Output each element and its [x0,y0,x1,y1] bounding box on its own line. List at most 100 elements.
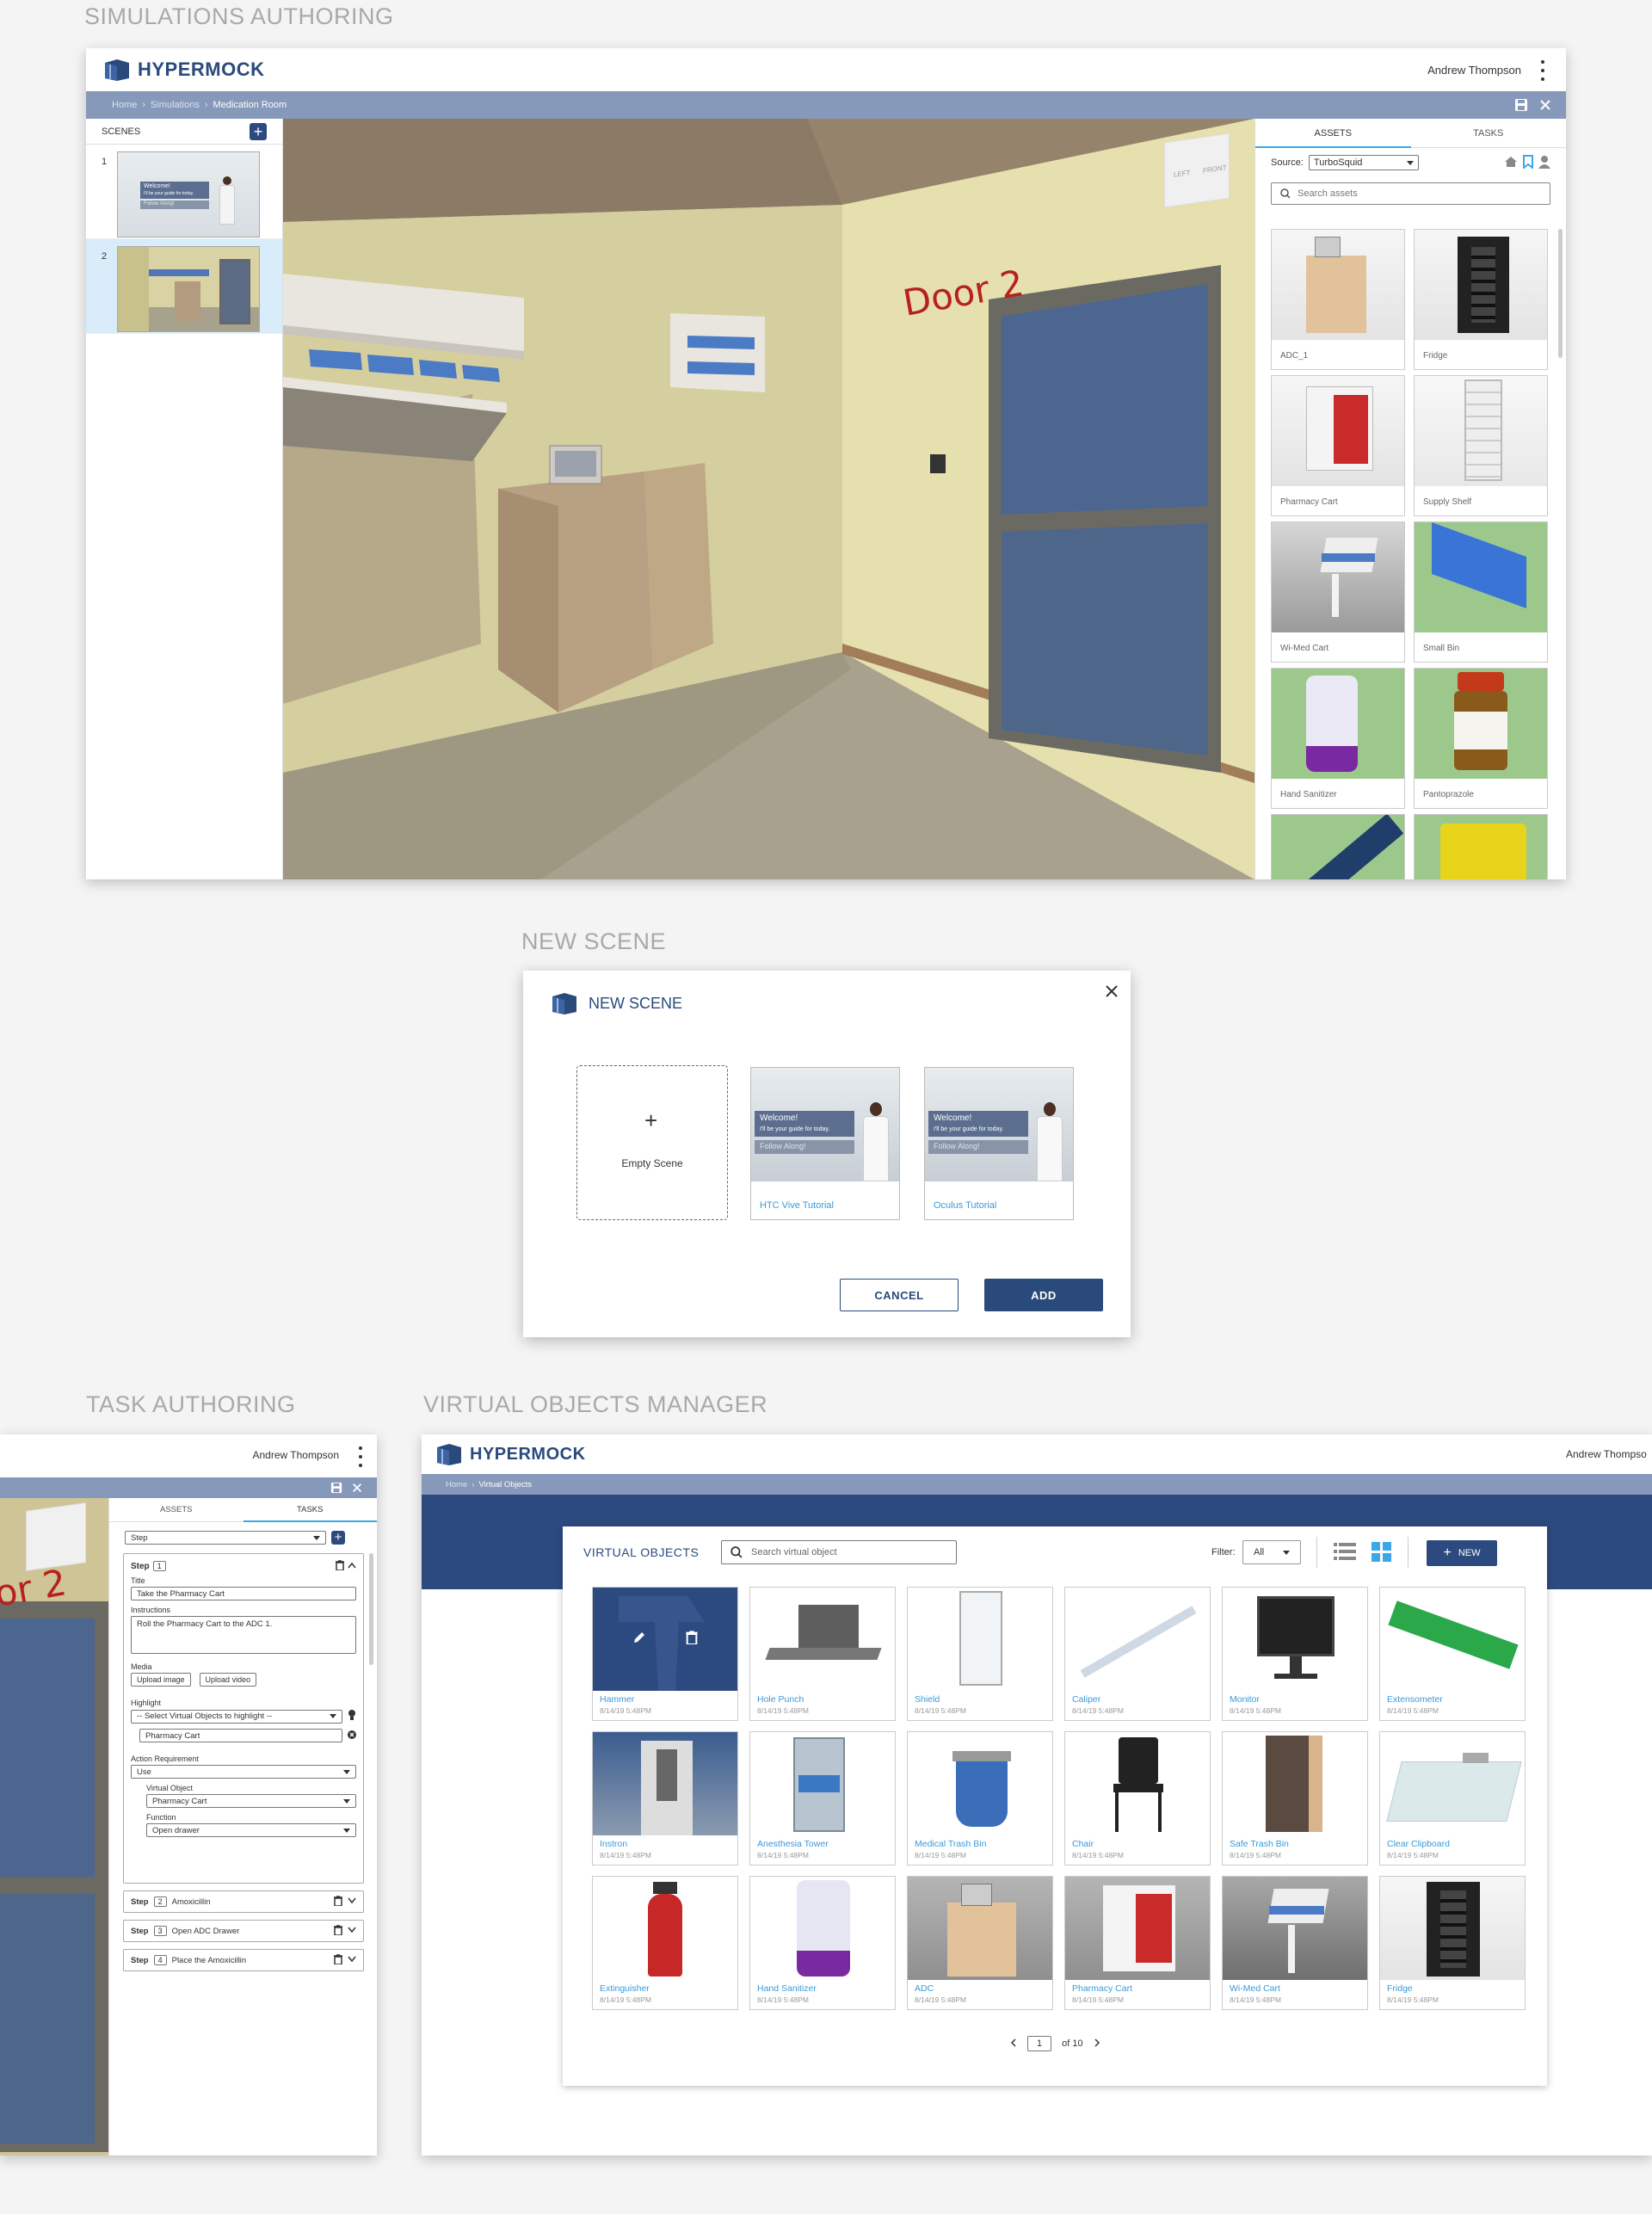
object-card[interactable]: Medical Trash Bin 8/14/19 5:48PM [907,1731,1053,1866]
user-name[interactable]: Andrew Thompson [1427,64,1521,77]
upload-image-button[interactable]: Upload image [131,1673,191,1687]
object-card[interactable]: Chair 8/14/19 5:48PM [1064,1731,1211,1866]
tab-assets[interactable]: ASSETS [1255,119,1411,148]
trash-icon[interactable] [334,1924,342,1938]
search-field[interactable]: Search virtual object [721,1540,957,1564]
asset-card[interactable]: Supply Shelf [1414,375,1548,516]
chevron-down-icon[interactable] [348,1927,356,1936]
filter-select[interactable]: All [1242,1540,1301,1564]
view-cube[interactable]: LEFT FRONT [1164,133,1230,208]
close-icon[interactable] [1105,984,1119,1002]
list-view-icon[interactable] [1334,1542,1356,1565]
object-card[interactable]: ADC 8/14/19 5:48PM [907,1876,1053,2010]
asset-card[interactable]: Pharmacy Cart [1271,375,1405,516]
asset-card[interactable]: Wi-Med Cart [1271,521,1405,663]
object-card[interactable]: Pharmacy Cart 8/14/19 5:48PM [1064,1876,1211,2010]
edit-icon[interactable] [632,1631,646,1649]
object-card[interactable]: Anesthesia Tower 8/14/19 5:48PM [749,1731,896,1866]
source-select[interactable]: TurboSquid [1308,155,1419,170]
scrollbar[interactable] [369,1553,373,1665]
asset-card[interactable] [1271,814,1405,879]
object-card[interactable]: Shield 8/14/19 5:48PM [907,1587,1053,1721]
breadcrumb-home[interactable]: Home [446,1480,467,1489]
breadcrumb-simulations[interactable]: Simulations [151,100,200,110]
object-card[interactable]: Safe Trash Bin 8/14/19 5:48PM [1222,1731,1368,1866]
app-logo[interactable]: HYPERMOCK [434,1442,586,1466]
trash-icon[interactable] [334,1953,342,1967]
asset-card[interactable] [1414,814,1548,879]
close-icon[interactable] [1538,98,1552,112]
title-field[interactable]: Take the Pharmacy Cart [131,1587,356,1600]
save-icon[interactable] [330,1482,342,1498]
step-card-3[interactable]: Step 3 Open ADC Drawer [123,1920,364,1942]
view-cube-left[interactable]: LEFT [1174,169,1191,179]
virtual-object-select[interactable]: Pharmacy Cart [146,1794,356,1808]
save-icon[interactable] [1514,98,1528,112]
grid-view-icon[interactable] [1372,1542,1392,1567]
object-card[interactable]: Wi-Med Cart 8/14/19 5:48PM [1222,1876,1368,2010]
user-name[interactable]: Andrew Thompson [253,1449,340,1461]
action-select[interactable]: Use [131,1765,356,1779]
trash-icon[interactable] [334,1895,342,1909]
chevron-up-icon[interactable] [348,1562,356,1571]
chevron-down-icon[interactable] [348,1956,356,1965]
object-card[interactable]: Extensometer 8/14/19 5:48PM [1379,1587,1526,1721]
asset-card[interactable]: ADC_1 [1271,229,1405,370]
highlight-select[interactable]: -- Select Virtual Objects to highlight -… [131,1709,342,1724]
more-menu-icon[interactable] [1540,60,1545,81]
page-input[interactable]: 1 [1027,2036,1052,2051]
scene-item-2[interactable]: 2 [86,239,282,334]
object-card[interactable]: Instron 8/14/19 5:48PM [592,1731,738,1866]
asset-card[interactable]: Small Bin [1414,521,1548,663]
object-card[interactable]: Clear Clipboard 8/14/19 5:48PM [1379,1731,1526,1866]
lightbulb-icon[interactable] [348,1709,356,1724]
template-oculus[interactable]: Welcome! I'll be your guide for today. F… [924,1067,1074,1220]
search-assets-field[interactable]: Search assets [1271,182,1550,205]
scene-item-1[interactable]: 1 Welcome! I'll be your guide for today.… [86,145,282,239]
remove-icon[interactable] [348,1730,356,1742]
bookmark-icon[interactable] [1523,154,1533,171]
scrollbar[interactable] [1558,229,1563,358]
trash-icon[interactable] [336,1559,344,1573]
app-logo[interactable]: HYPERMOCK [102,58,265,82]
object-card[interactable]: Caliper 8/14/19 5:48PM [1064,1587,1211,1721]
object-card[interactable]: Hammer 8/14/19 5:48PM [592,1587,738,1721]
template-htc-vive[interactable]: Welcome! I'll be your guide for today. F… [750,1067,900,1220]
function-select[interactable]: Open drawer [146,1823,356,1837]
user-icon[interactable] [1538,155,1550,171]
add-task-button[interactable]: + [331,1531,345,1545]
view-cube-front[interactable]: FRONT [1203,163,1227,175]
upload-video-button[interactable]: Upload video [199,1673,257,1687]
object-card[interactable]: Extinguisher 8/14/19 5:48PM [592,1876,738,2010]
scene-viewport[interactable]: Door 2 LEFT FRONT [283,119,1254,879]
chevron-right-icon[interactable] [1094,2038,1100,2050]
new-object-button[interactable]: + NEW [1427,1540,1497,1566]
tab-tasks[interactable]: TASKS [1411,119,1567,147]
tab-assets[interactable]: ASSETS [109,1498,243,1521]
add-scene-button[interactable]: + [250,122,267,140]
user-name[interactable]: Andrew Thompso [1566,1448,1647,1460]
asset-card[interactable]: Fridge [1414,229,1548,370]
object-card[interactable]: Hand Sanitizer 8/14/19 5:48PM [749,1876,896,2010]
chevron-left-icon[interactable] [1010,2038,1017,2050]
object-card[interactable]: Hole Punch 8/14/19 5:48PM [749,1587,896,1721]
breadcrumb-home[interactable]: Home [112,100,137,110]
tab-tasks[interactable]: TASKS [243,1498,378,1522]
more-menu-icon[interactable] [358,1446,363,1467]
trash-icon[interactable] [686,1631,698,1649]
add-button[interactable]: ADD [984,1279,1103,1311]
task-type-select[interactable]: Step [125,1531,326,1545]
cancel-button[interactable]: CANCEL [840,1279,959,1311]
empty-scene-option[interactable]: + Empty Scene [576,1065,728,1220]
home-icon[interactable] [1504,156,1518,170]
step-card-4[interactable]: Step 4 Place the Amoxicillin [123,1949,364,1971]
object-card[interactable]: Monitor 8/14/19 5:48PM [1222,1587,1368,1721]
step-card-2[interactable]: Step 2 Amoxicillin [123,1890,364,1913]
object-card[interactable]: Fridge 8/14/19 5:48PM [1379,1876,1526,2010]
asset-card[interactable]: Hand Sanitizer [1271,668,1405,809]
chevron-down-icon[interactable] [348,1897,356,1907]
view-cube[interactable] [26,1502,86,1571]
close-icon[interactable] [351,1482,363,1498]
instructions-field[interactable]: Roll the Pharmacy Cart to the ADC 1. [131,1616,356,1654]
asset-card[interactable]: Pantoprazole [1414,668,1548,809]
